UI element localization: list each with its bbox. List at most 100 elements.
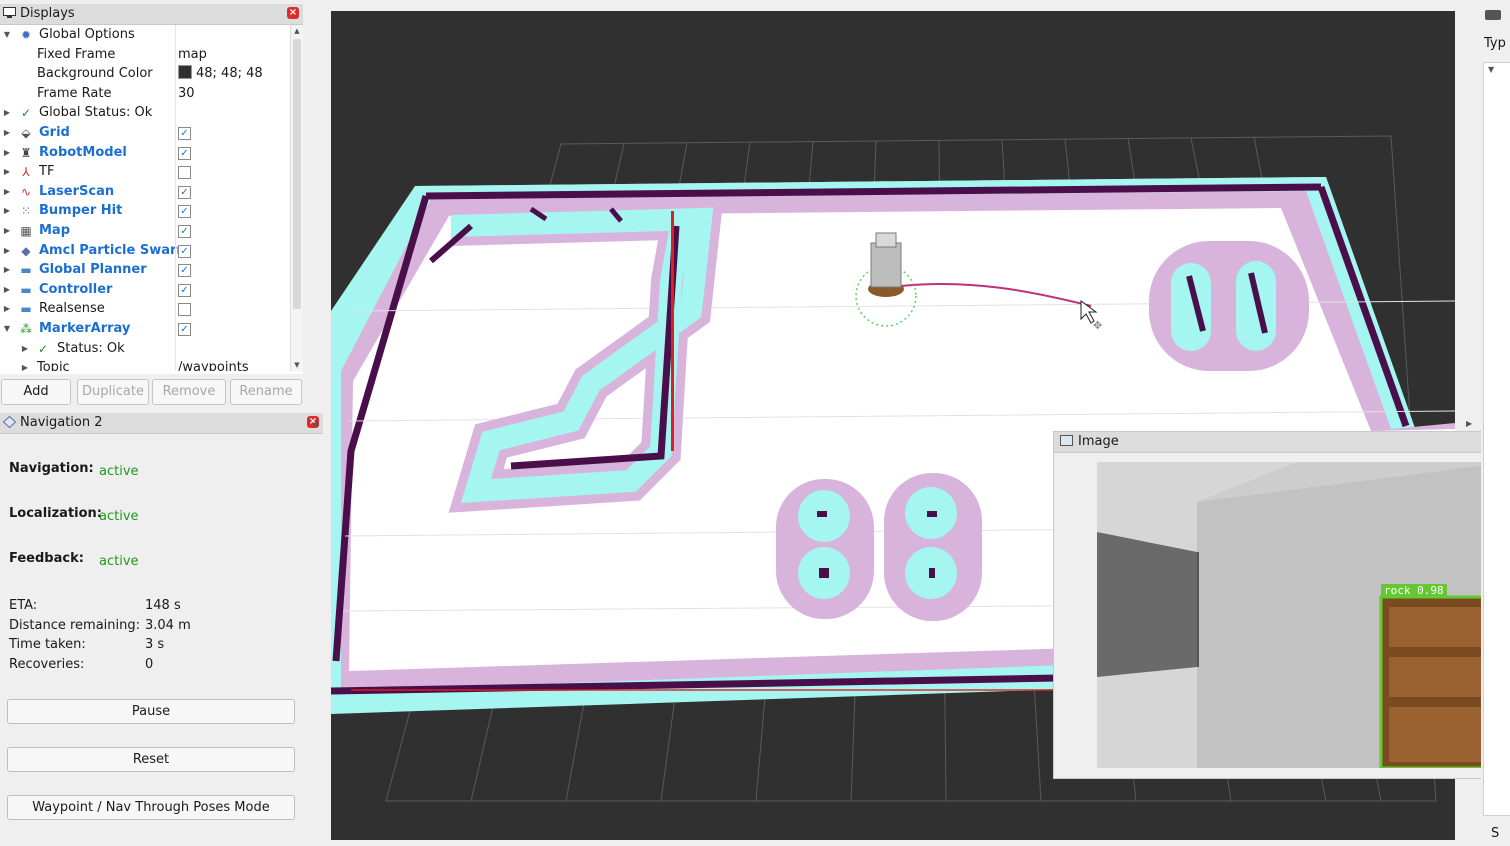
folder-icon: ▬ (20, 282, 32, 297)
camera-image: rock 0.98 (1097, 462, 1510, 768)
markers-icon: ⁂ (20, 322, 32, 336)
expand-arrow-icon[interactable]: ▶ (2, 143, 12, 163)
image-window[interactable]: Image rock 0.98 (1053, 431, 1510, 779)
enable-checkbox[interactable]: ✓ (178, 225, 191, 238)
background-color-label: Background Color (37, 66, 153, 82)
expand-arrow-icon[interactable]: ▶ (20, 339, 30, 359)
fixed-frame-value[interactable]: map (178, 45, 207, 65)
enable-checkbox[interactable]: ✓ (178, 146, 191, 160)
topic-value[interactable]: /waypoints (178, 358, 249, 371)
scroll-up-icon[interactable]: ▲ (291, 25, 303, 37)
topic-label: Topic (37, 360, 70, 371)
expand-arrow-icon[interactable]: ▶ (2, 123, 12, 143)
tree-row-global-planner[interactable]: ▶ ▬ Global Planner ✓ (0, 260, 290, 280)
displays-scrollbar[interactable]: ▲ ▼ (290, 25, 303, 371)
frame-rate-label: Frame Rate (37, 85, 112, 101)
expand-arrow-icon[interactable]: ▶ (2, 201, 12, 221)
navigation-diamond-icon (3, 416, 16, 428)
enable-checkbox[interactable]: ✓ (178, 283, 191, 297)
enable-checkbox[interactable] (178, 303, 191, 317)
displays-tree: ▼ ✹ Global Options Fixed Frame map Backg… (0, 25, 290, 371)
tree-row-controller[interactable]: ▶ ▬ Controller ✓ (0, 280, 290, 300)
tree-row-background-color[interactable]: Background Color 48; 48; 48 (0, 64, 290, 84)
eta-label: ETA: (9, 598, 38, 613)
column-divider (175, 25, 176, 371)
expand-arrow-icon[interactable]: ▶ (2, 182, 12, 202)
tree-row-markerarray[interactable]: ▼ ⁂ MarkerArray ✓ (0, 319, 290, 339)
waypoint-mode-button[interactable]: Waypoint / Nav Through Poses Mode (7, 795, 295, 820)
expand-arrow-icon[interactable]: ▶ (2, 260, 12, 280)
scroll-thumb[interactable] (293, 39, 301, 309)
checkmark-icon: ✓ (20, 106, 32, 121)
right-panel-content: ▼ (1483, 62, 1510, 816)
rename-button[interactable]: Rename (230, 379, 302, 405)
tree-row-marker-status[interactable]: ▶ ✓ Status: Ok (0, 339, 290, 359)
tree-row-amcl-particle-swarm[interactable]: ▶ ◆ Amcl Particle Swarm ✓ (0, 241, 290, 261)
display-label: TF (39, 164, 55, 180)
scroll-down-icon[interactable]: ▼ (291, 359, 303, 371)
frame-rate-value[interactable]: 30 (178, 84, 195, 104)
collapse-arrow-icon[interactable]: ▼ (2, 25, 12, 45)
feedback-status: active (99, 554, 139, 569)
panel-toggle-icon[interactable] (1485, 10, 1501, 20)
enable-checkbox[interactable]: ✓ (178, 264, 191, 278)
expand-arrow-icon[interactable]: ▶ (2, 162, 12, 182)
reset-button[interactable]: Reset (7, 747, 295, 772)
tree-row-realsense[interactable]: ▶ ▬ Realsense (0, 299, 290, 319)
tree-row-map[interactable]: ▶ ▦ Map ✓ (0, 221, 290, 241)
diamond-icon: ◆ (21, 243, 31, 258)
display-label: RobotModel (39, 144, 127, 160)
tree-row-grid[interactable]: ▶ ⬙ Grid ✓ (0, 123, 290, 143)
display-label: Grid (39, 125, 70, 140)
duplicate-button[interactable]: Duplicate (77, 379, 149, 405)
tree-row-topic-partial[interactable]: ▶ Topic /waypoints (0, 358, 290, 371)
expand-arrow-icon[interactable]: ▶ (2, 280, 12, 300)
right-side-panel: Typ ▼ S (1481, 0, 1510, 846)
tree-row-global-status[interactable]: ▶ ✓ Global Status: Ok (0, 103, 290, 123)
collapse-right-arrow-icon[interactable]: ▶ (1466, 419, 1472, 428)
pause-button[interactable]: Pause (7, 699, 295, 724)
expand-arrow-icon[interactable]: ▶ (2, 103, 12, 123)
enable-checkbox[interactable]: ✓ (178, 244, 191, 258)
collapse-arrow-icon[interactable]: ▼ (2, 319, 12, 339)
tree-row-fixed-frame[interactable]: Fixed Frame map (0, 45, 290, 65)
image-window-icon (1060, 435, 1073, 446)
add-button[interactable]: Add (1, 379, 71, 405)
localization-label: Localization: (9, 506, 102, 521)
right-bottom-label[interactable]: S (1491, 826, 1499, 841)
enable-checkbox[interactable]: ✓ (178, 185, 191, 199)
expand-arrow-icon[interactable]: ▶ (2, 241, 12, 261)
enable-checkbox[interactable] (178, 166, 191, 180)
points-icon: ⁙ (20, 204, 32, 219)
grid-icon: ⬙ (21, 126, 31, 140)
tree-row-laserscan[interactable]: ▶ ∿ LaserScan ✓ (0, 182, 290, 202)
expand-arrow-icon[interactable]: ▶ (2, 221, 12, 241)
display-label: LaserScan (39, 183, 115, 199)
enable-checkbox[interactable]: ✓ (178, 127, 191, 140)
color-swatch[interactable] (178, 65, 192, 80)
close-displays-icon[interactable]: × (287, 7, 299, 19)
navigation-status: active (99, 464, 139, 479)
gear-icon: ✹ (20, 28, 32, 42)
tree-row-tf[interactable]: ▶ ⅄ TF (0, 162, 290, 182)
expand-arrow-icon[interactable]: ▶ (2, 299, 12, 319)
tree-row-global-options[interactable]: ▼ ✹ Global Options (0, 25, 290, 45)
display-label: Global Planner (39, 262, 147, 278)
tree-row-robotmodel[interactable]: ▶ ♜ RobotModel ✓ (0, 143, 290, 163)
display-label: MarkerArray (39, 321, 131, 336)
collapse-left-arrow-icon[interactable]: ◀ (312, 419, 318, 428)
tree-row-frame-rate[interactable]: Frame Rate 30 (0, 84, 290, 104)
enable-checkbox[interactable]: ✓ (178, 323, 191, 336)
global-options-label: Global Options (39, 27, 135, 42)
enable-checkbox[interactable]: ✓ (178, 205, 191, 219)
axes-icon: ⅄ (22, 165, 30, 180)
display-label: Bumper Hit (39, 203, 123, 219)
displays-title-bar: Displays × (0, 4, 303, 25)
remove-button[interactable]: Remove (152, 379, 226, 405)
tree-row-bumper-hit[interactable]: ▶ ⁙ Bumper Hit ✓ (0, 201, 290, 221)
expand-arrow-icon[interactable]: ▼ (1488, 65, 1494, 74)
distance-label: Distance remaining: (9, 618, 140, 633)
display-label: Map (39, 223, 71, 238)
background-color-value[interactable]: 48; 48; 48 (178, 64, 263, 84)
expand-arrow-icon[interactable]: ▶ (20, 358, 30, 371)
